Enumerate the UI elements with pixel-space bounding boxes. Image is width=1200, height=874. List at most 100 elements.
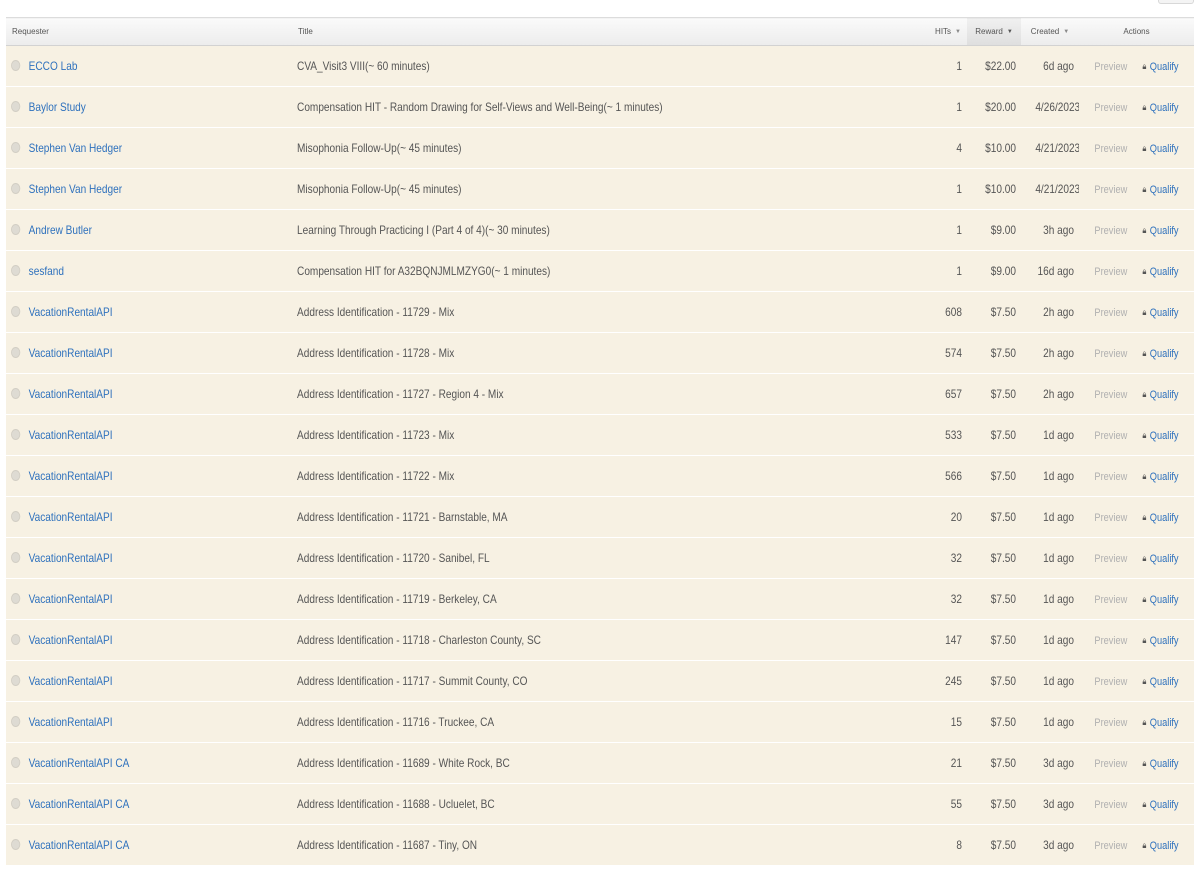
requester-link[interactable]: VacationRentalAPI	[29, 674, 113, 688]
qualify-button[interactable]: 🔒︎ Qualify	[1142, 471, 1178, 483]
expand-circle-icon[interactable]	[11, 306, 21, 318]
title-cell[interactable]: Address Identification - 11716 - Truckee…	[292, 701, 821, 743]
qualify-button[interactable]: 🔒︎ Qualify	[1142, 799, 1178, 811]
expand-circle-icon[interactable]	[11, 470, 21, 482]
preview-button[interactable]: Preview	[1094, 840, 1127, 852]
requester-link[interactable]: VacationRentalAPI	[29, 633, 113, 647]
preview-button[interactable]: Preview	[1094, 184, 1127, 196]
requester-link[interactable]: VacationRentalAPI	[29, 592, 113, 606]
preview-button[interactable]: Preview	[1094, 594, 1127, 606]
requester-link[interactable]: VacationRentalAPI	[29, 387, 113, 401]
qualify-button[interactable]: 🔒︎ Qualify	[1142, 717, 1178, 729]
requester-link[interactable]: sesfand	[29, 264, 64, 278]
expand-circle-icon[interactable]	[11, 224, 21, 236]
title-cell[interactable]: Address Identification - 11727 - Region …	[292, 373, 821, 415]
expand-circle-icon[interactable]	[11, 552, 21, 564]
title-cell[interactable]: Address Identification - 11689 - White R…	[292, 742, 821, 784]
column-header-created[interactable]: Created ▼	[1021, 17, 1079, 46]
title-cell[interactable]: Address Identification - 11718 - Charles…	[292, 619, 821, 661]
preview-button[interactable]: Preview	[1094, 143, 1127, 155]
requester-link[interactable]: Stephen Van Hedger	[29, 141, 122, 155]
title-cell[interactable]: Address Identification - 11688 - Ucluele…	[292, 783, 821, 825]
expand-circle-icon[interactable]	[11, 839, 21, 851]
expand-circle-icon[interactable]	[11, 798, 21, 810]
column-header-requester[interactable]: Requester	[6, 17, 292, 46]
qualify-button[interactable]: 🔒︎ Qualify	[1142, 840, 1178, 852]
top-right-tab-stub[interactable]	[1158, 0, 1194, 4]
expand-circle-icon[interactable]	[11, 716, 21, 728]
preview-button[interactable]: Preview	[1094, 471, 1127, 483]
preview-button[interactable]: Preview	[1094, 635, 1127, 647]
requester-link[interactable]: VacationRentalAPI	[29, 305, 113, 319]
title-cell[interactable]: Address Identification - 11717 - Summit …	[292, 660, 821, 702]
expand-circle-icon[interactable]	[11, 429, 21, 441]
requester-link[interactable]: VacationRentalAPI	[29, 715, 113, 729]
column-header-hits[interactable]: HITs ▼	[921, 17, 967, 46]
requester-link[interactable]: Baylor Study	[29, 100, 86, 114]
qualify-button[interactable]: 🔒︎ Qualify	[1142, 61, 1178, 73]
expand-circle-icon[interactable]	[11, 388, 21, 400]
requester-link[interactable]: VacationRentalAPI CA	[29, 756, 130, 770]
column-header-reward[interactable]: Reward ▼	[967, 17, 1021, 46]
qualify-button[interactable]: 🔒︎ Qualify	[1142, 389, 1178, 401]
expand-circle-icon[interactable]	[11, 593, 21, 605]
title-cell[interactable]: Address Identification - 11721 - Barnsta…	[292, 496, 821, 538]
qualify-button[interactable]: 🔒︎ Qualify	[1142, 594, 1178, 606]
preview-button[interactable]: Preview	[1094, 758, 1127, 770]
qualify-button[interactable]: 🔒︎ Qualify	[1142, 184, 1178, 196]
title-cell[interactable]: Address Identification - 11720 - Sanibel…	[292, 537, 821, 579]
qualify-button[interactable]: 🔒︎ Qualify	[1142, 512, 1178, 524]
expand-circle-icon[interactable]	[11, 347, 21, 359]
qualify-button[interactable]: 🔒︎ Qualify	[1142, 143, 1178, 155]
preview-button[interactable]: Preview	[1094, 61, 1127, 73]
expand-circle-icon[interactable]	[11, 675, 21, 687]
expand-circle-icon[interactable]	[11, 757, 21, 769]
requester-link[interactable]: VacationRentalAPI	[29, 551, 113, 565]
qualify-button[interactable]: 🔒︎ Qualify	[1142, 758, 1178, 770]
requester-link[interactable]: ECCO Lab	[29, 59, 78, 73]
title-cell[interactable]: Misophonia Follow-Up(~ 45 minutes)	[292, 168, 821, 210]
title-cell[interactable]: Address Identification - 11728 - Mix	[292, 332, 821, 374]
qualify-button[interactable]: 🔒︎ Qualify	[1142, 225, 1178, 237]
requester-link[interactable]: Stephen Van Hedger	[29, 182, 122, 196]
qualify-button[interactable]: 🔒︎ Qualify	[1142, 102, 1178, 114]
preview-button[interactable]: Preview	[1094, 512, 1127, 524]
title-cell[interactable]: Address Identification - 11722 - Mix	[292, 455, 821, 497]
preview-button[interactable]: Preview	[1094, 389, 1127, 401]
preview-button[interactable]: Preview	[1094, 348, 1127, 360]
requester-link[interactable]: VacationRentalAPI	[29, 346, 113, 360]
preview-button[interactable]: Preview	[1094, 266, 1127, 278]
preview-button[interactable]: Preview	[1094, 430, 1127, 442]
expand-circle-icon[interactable]	[11, 60, 21, 72]
expand-circle-icon[interactable]	[11, 265, 21, 277]
requester-link[interactable]: VacationRentalAPI	[29, 510, 113, 524]
title-cell[interactable]: Address Identification - 11723 - Mix	[292, 414, 821, 456]
preview-button[interactable]: Preview	[1094, 102, 1127, 114]
requester-link[interactable]: Andrew Butler	[29, 223, 92, 237]
preview-button[interactable]: Preview	[1094, 717, 1127, 729]
title-cell[interactable]: Misophonia Follow-Up(~ 45 minutes)	[292, 127, 821, 169]
preview-button[interactable]: Preview	[1094, 799, 1127, 811]
requester-link[interactable]: VacationRentalAPI	[29, 428, 113, 442]
title-cell[interactable]: Compensation HIT for A32BQNJMLMZYG0(~ 1 …	[292, 250, 821, 292]
qualify-button[interactable]: 🔒︎ Qualify	[1142, 553, 1178, 565]
title-cell[interactable]: Address Identification - 11719 - Berkele…	[292, 578, 821, 620]
requester-link[interactable]: VacationRentalAPI CA	[29, 838, 130, 852]
preview-button[interactable]: Preview	[1094, 307, 1127, 319]
qualify-button[interactable]: 🔒︎ Qualify	[1142, 266, 1178, 278]
title-cell[interactable]: Learning Through Practicing I (Part 4 of…	[292, 209, 821, 251]
expand-circle-icon[interactable]	[11, 183, 21, 195]
title-cell[interactable]: CVA_Visit3 VIII(~ 60 minutes)	[292, 45, 821, 87]
column-header-title[interactable]: Title	[292, 17, 921, 46]
expand-circle-icon[interactable]	[11, 142, 21, 154]
preview-button[interactable]: Preview	[1094, 225, 1127, 237]
expand-circle-icon[interactable]	[11, 101, 21, 113]
qualify-button[interactable]: 🔒︎ Qualify	[1142, 348, 1178, 360]
qualify-button[interactable]: 🔒︎ Qualify	[1142, 307, 1178, 319]
qualify-button[interactable]: 🔒︎ Qualify	[1142, 430, 1178, 442]
title-cell[interactable]: Address Identification - 11687 - Tiny, O…	[292, 824, 821, 866]
expand-circle-icon[interactable]	[11, 634, 21, 646]
requester-link[interactable]: VacationRentalAPI	[29, 469, 113, 483]
qualify-button[interactable]: 🔒︎ Qualify	[1142, 676, 1178, 688]
preview-button[interactable]: Preview	[1094, 553, 1127, 565]
